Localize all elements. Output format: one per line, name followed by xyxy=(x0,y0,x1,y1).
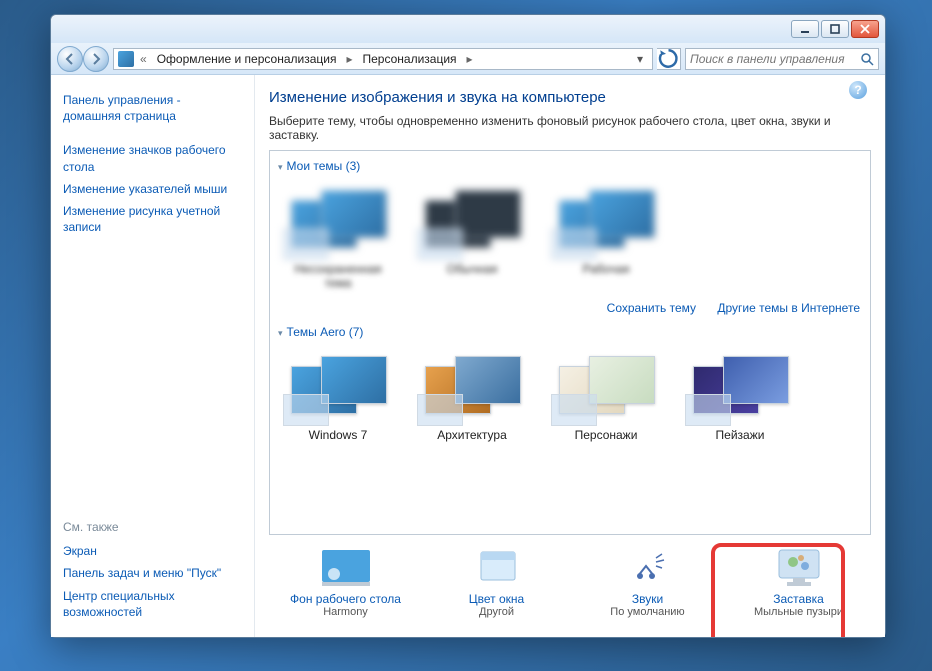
minimize-button[interactable] xyxy=(791,20,819,38)
page-description: Выберите тему, чтобы одновременно измени… xyxy=(269,114,885,142)
theme-item[interactable]: Несохраненная тема xyxy=(278,177,398,295)
my-themes-header[interactable]: Мои темы (3) xyxy=(278,159,862,173)
sublabel: По умолчанию xyxy=(610,606,684,618)
theme-label: Обычная xyxy=(447,262,498,276)
theme-item[interactable]: Обычная xyxy=(412,177,532,295)
help-icon[interactable]: ? xyxy=(849,81,867,99)
label: Заставка xyxy=(773,592,824,606)
label: Фон рабочего стола xyxy=(290,592,401,606)
taskbar-start-link[interactable]: Панель задач и меню "Пуск" xyxy=(63,562,242,584)
explorer-window: « Оформление и персонализация ▸ Персонал… xyxy=(50,14,886,638)
theme-windows7[interactable]: Windows 7 xyxy=(278,343,398,447)
online-themes-link[interactable]: Другие темы в Интернете xyxy=(717,301,860,315)
screensaver-icon xyxy=(771,546,827,590)
search-box[interactable] xyxy=(685,48,879,70)
desktop-background-button[interactable]: Фон рабочего стола Harmony xyxy=(273,541,418,623)
page-heading: Изменение изображения и звука на компьют… xyxy=(269,89,885,106)
content-pane: ? Изменение изображения и звука на компь… xyxy=(255,75,885,637)
breadcrumb-appearance[interactable]: Оформление и персонализация xyxy=(153,51,341,67)
sublabel: Мыльные пузыри xyxy=(754,606,843,618)
breadcrumb-personalization[interactable]: Персонализация xyxy=(358,51,460,67)
see-also-heading: См. также xyxy=(63,520,242,534)
change-account-picture-link[interactable]: Изменение рисунка учетнойзаписи xyxy=(63,200,242,238)
close-button[interactable] xyxy=(851,20,879,38)
theme-label: Пейзажи xyxy=(716,428,765,442)
refresh-button[interactable] xyxy=(657,48,681,70)
label: Цвет окна xyxy=(469,592,524,606)
theme-label: Windows 7 xyxy=(309,428,368,442)
sublabel: Harmony xyxy=(323,606,368,618)
control-panel-icon xyxy=(118,51,134,67)
ease-of-access-link[interactable]: Центр специальныхвозможностей xyxy=(63,585,242,623)
theme-label: Несохраненная тема xyxy=(283,262,393,290)
themes-listbox[interactable]: Мои темы (3) Несохраненная тема Обычная … xyxy=(269,150,871,535)
window-color-button[interactable]: Цвет окна Другой xyxy=(424,541,569,623)
aero-themes-header[interactable]: Темы Aero (7) xyxy=(278,325,862,339)
chevron-right-icon: ▸ xyxy=(344,52,354,66)
sounds-button[interactable]: Звуки По умолчанию xyxy=(575,541,720,623)
label: Звуки xyxy=(632,592,663,606)
screensaver-button[interactable]: Заставка Мыльные пузыри xyxy=(726,541,871,623)
theme-characters[interactable]: Персонажи xyxy=(546,343,666,447)
sound-icon xyxy=(620,546,676,590)
back-button[interactable] xyxy=(57,46,83,72)
chevron-right-icon: ▸ xyxy=(465,52,475,66)
search-icon xyxy=(860,52,874,66)
theme-item[interactable]: Рабочая xyxy=(546,177,666,295)
theme-label: Рабочая xyxy=(583,262,630,276)
theme-label: Архитектура xyxy=(437,428,507,442)
titlebar xyxy=(51,15,885,43)
address-bar[interactable]: « Оформление и персонализация ▸ Персонал… xyxy=(113,48,653,70)
address-dropdown[interactable]: ▾ xyxy=(632,52,648,66)
breadcrumb-prefix: « xyxy=(138,52,149,66)
color-icon xyxy=(469,546,525,590)
theme-architecture[interactable]: Архитектура xyxy=(412,343,532,447)
forward-button[interactable] xyxy=(83,46,109,72)
theme-label: Персонажи xyxy=(575,428,638,442)
maximize-button[interactable] xyxy=(821,20,849,38)
left-nav: Панель управления -домашняя страница Изм… xyxy=(51,75,255,637)
change-mouse-pointers-link[interactable]: Изменение указателей мыши xyxy=(63,178,242,200)
search-input[interactable] xyxy=(690,52,860,66)
change-desktop-icons-link[interactable]: Изменение значков рабочегостола xyxy=(63,139,242,177)
control-panel-home-link[interactable]: Панель управления -домашняя страница xyxy=(63,89,242,127)
save-theme-link[interactable]: Сохранить тему xyxy=(607,301,696,315)
wallpaper-icon xyxy=(318,546,374,590)
toolbar: « Оформление и персонализация ▸ Персонал… xyxy=(51,43,885,75)
sublabel: Другой xyxy=(479,606,514,618)
display-link[interactable]: Экран xyxy=(63,540,242,562)
bottom-settings-bar: Фон рабочего стола Harmony Цвет окна Дру… xyxy=(269,535,885,629)
theme-landscapes[interactable]: Пейзажи xyxy=(680,343,800,447)
